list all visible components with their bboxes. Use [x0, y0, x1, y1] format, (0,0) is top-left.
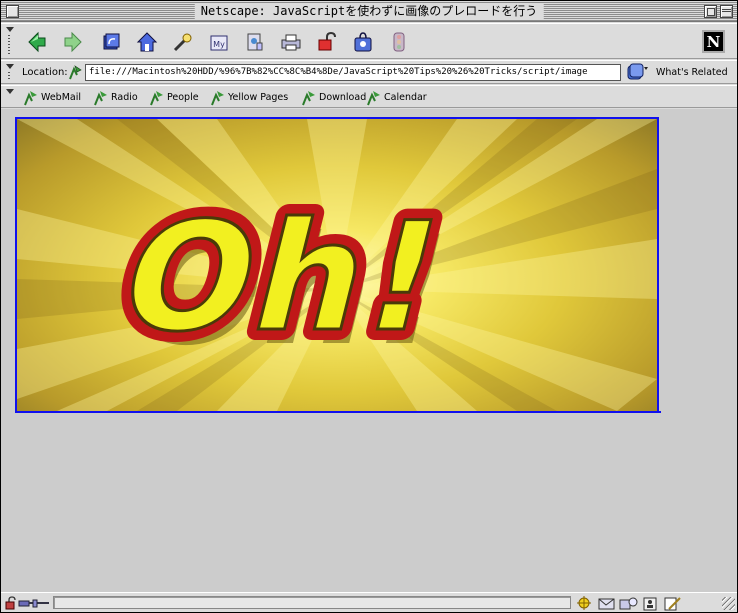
whats-related-button[interactable]: What's Related [656, 67, 728, 78]
security-button[interactable] [315, 30, 339, 54]
resize-grip[interactable] [722, 597, 735, 610]
search-button[interactable] [171, 30, 195, 54]
images-button[interactable] [243, 30, 267, 54]
print-button[interactable] [279, 30, 303, 54]
page-content: Oh! Oh! Oh! [1, 109, 737, 592]
newsgroups-icon[interactable] [619, 596, 638, 611]
svg-text:My: My [213, 40, 225, 49]
close-box[interactable] [6, 5, 19, 18]
stop-button[interactable] [387, 30, 411, 54]
bookmark-icon [211, 90, 224, 105]
bookmark-icon [150, 90, 163, 105]
window-title: Netscape: JavaScriptを使わずに画像のプレロードを行う [194, 3, 544, 19]
bookmark-webmail[interactable]: WebMail [23, 89, 81, 106]
bookmark-download[interactable]: Download [301, 89, 366, 106]
back-button[interactable] [25, 30, 49, 54]
bookmark-label: Yellow Pages [228, 92, 289, 103]
bookmark-yellow-pages[interactable]: Yellow Pages [210, 89, 288, 106]
reload-button[interactable] [99, 30, 123, 54]
personal-toolbar: WebMail Radio People Yellow Pages Downlo… [1, 85, 737, 108]
location-toolbar: Location: file:///Macintosh%20HDD/%96%7B… [1, 60, 737, 84]
status-bar [1, 592, 737, 612]
location-url-field[interactable]: file:///Macintosh%20HDD/%96%7B%82%CC%8C%… [85, 64, 621, 81]
mail-icon[interactable] [597, 596, 616, 611]
collapse-box[interactable] [720, 5, 733, 18]
bookmark-icon [302, 90, 315, 105]
location-label: Location: [22, 67, 68, 78]
bookmark-people[interactable]: People [149, 89, 199, 106]
forward-arrow-icon [64, 31, 82, 53]
toolbar-collapse-tab[interactable] [3, 24, 15, 58]
forward-button[interactable] [61, 30, 85, 54]
bookmark-label: Calendar [384, 92, 427, 103]
home-button[interactable] [135, 30, 159, 54]
search-icon [173, 33, 192, 52]
oh-logo-graphic: Oh! Oh! Oh! [94, 179, 474, 378]
stop-icon [393, 32, 405, 52]
toolbar-collapse-tab[interactable] [3, 86, 15, 107]
component-bar [575, 595, 735, 611]
toolbar-collapse-tab[interactable] [3, 61, 15, 83]
bookmark-icon [24, 90, 37, 105]
navigator-icon[interactable] [575, 595, 594, 611]
browser-window: Netscape: JavaScriptを使わずに画像のプレロードを行う My … [0, 0, 738, 613]
whats-related-icon[interactable] [627, 63, 649, 82]
bookmark-calendar[interactable]: Calendar [366, 89, 427, 106]
back-arrow-icon [28, 31, 46, 53]
link-underline [657, 411, 661, 413]
banner-text-fill: Oh! [105, 190, 463, 364]
print-icon [281, 34, 301, 51]
oh-banner-image-link[interactable]: Oh! Oh! Oh! [15, 117, 659, 413]
bookmark-icon [94, 90, 107, 105]
reload-icon [103, 33, 120, 50]
address-book-icon[interactable] [641, 596, 660, 611]
progress-bar [53, 596, 571, 609]
netscape-logo[interactable]: N [702, 30, 725, 53]
page-proxy-icon[interactable] [68, 65, 82, 80]
zoom-box[interactable] [704, 5, 717, 18]
shop-button[interactable] [351, 30, 375, 54]
bookmark-label: People [167, 92, 199, 103]
connection-status-icon[interactable] [5, 596, 49, 610]
images-icon [247, 33, 263, 51]
security-lock-icon [318, 31, 336, 51]
navigation-toolbar: My N [1, 23, 737, 59]
bookmark-label: Download [319, 92, 367, 103]
bookmark-radio[interactable]: Radio [93, 89, 138, 106]
bookmark-label: WebMail [41, 92, 82, 103]
my-netscape-icon: My [210, 35, 228, 51]
my-netscape-button[interactable]: My [207, 30, 231, 54]
bookmark-label: Radio [111, 92, 138, 103]
composer-icon[interactable] [663, 596, 682, 611]
home-icon [136, 32, 158, 52]
title-bar[interactable]: Netscape: JavaScriptを使わずに画像のプレロードを行う [1, 1, 737, 22]
shop-icon [354, 32, 372, 52]
bookmark-icon [367, 90, 380, 105]
